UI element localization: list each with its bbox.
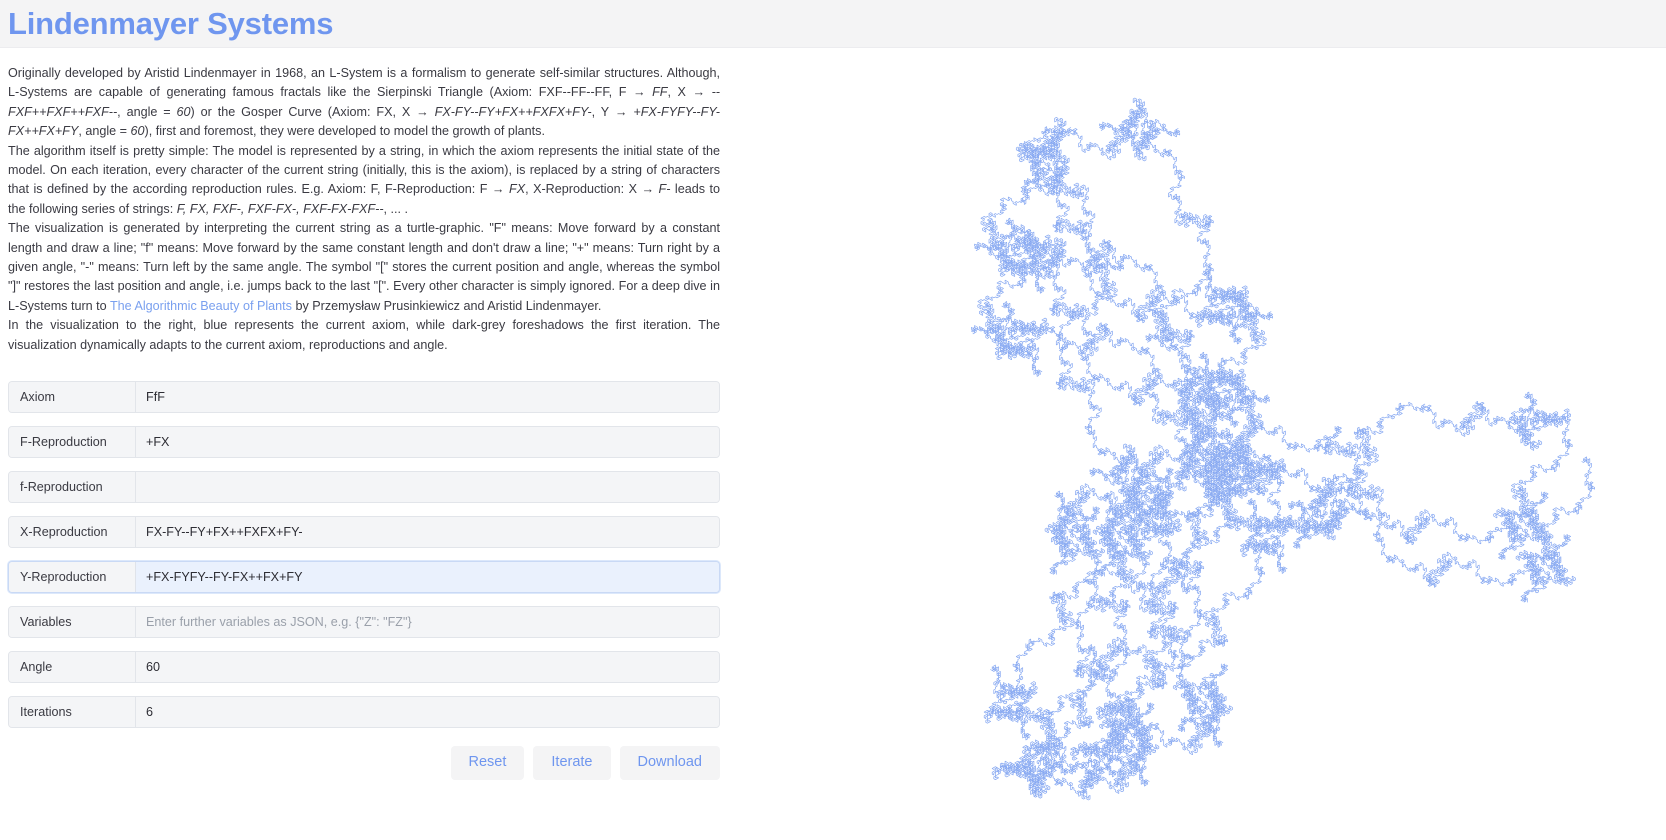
field-row-f-reproduction[interactable]: F-Reproduction <box>8 426 720 459</box>
page-body: Originally developed by Aristid Lindenma… <box>0 48 1666 840</box>
reset-button[interactable]: Reset <box>450 746 525 781</box>
algorithmic-beauty-of-plants-link[interactable]: The Algorithmic Beauty of Plants <box>110 299 292 313</box>
f-lower-reproduction-input[interactable] <box>136 472 719 503</box>
desc-p1-angle-2: 60 <box>130 124 145 139</box>
desc-p1-seg-g: ), first and foremost, they were develop… <box>144 124 545 139</box>
description-paragraph-4: In the visualization to the right, blue … <box>8 318 720 352</box>
desc-p2-seg-d: , ... . <box>383 201 409 216</box>
description-paragraph-2: The algorithm itself is pretty simple: T… <box>8 142 720 220</box>
field-row-iterations[interactable]: Iterations <box>8 696 720 729</box>
angle-input[interactable] <box>136 652 719 683</box>
lsystem-form: Axiom F-Reproduction f-Reproduction X-Re… <box>8 381 720 781</box>
desc-p2-rule-x: F- <box>658 182 671 197</box>
desc-p2-seg-b: , X-Reproduction: X → <box>525 182 659 197</box>
field-row-angle[interactable]: Angle <box>8 651 720 684</box>
field-row-x-reproduction[interactable]: X-Reproduction <box>8 516 720 549</box>
label-angle: Angle <box>9 652 136 683</box>
iterate-button[interactable]: Iterate <box>533 746 611 781</box>
desc-p3-seg-b: by Przemysław Prusinkiewicz and Aristid … <box>291 298 602 313</box>
desc-p1-rule-f: FF <box>652 85 668 100</box>
variables-input[interactable] <box>136 607 719 638</box>
label-y-reproduction: Y-Reproduction <box>9 562 136 593</box>
iterations-input[interactable] <box>136 697 719 728</box>
label-axiom: Axiom <box>9 382 136 413</box>
axiom-input[interactable] <box>136 382 719 413</box>
field-row-axiom[interactable]: Axiom <box>8 381 720 414</box>
field-row-y-reproduction[interactable]: Y-Reproduction <box>8 561 720 594</box>
label-f-reproduction: F-Reproduction <box>9 427 136 458</box>
x-reproduction-input[interactable] <box>136 517 719 548</box>
label-x-reproduction: X-Reproduction <box>9 517 136 548</box>
desc-p2-rule-f: FX <box>509 182 526 197</box>
lsystem-visualization <box>900 58 1666 840</box>
desc-p2-series: F, FX, FXF-, FXF-FX-, FXF-FX-FXF-- <box>176 201 384 216</box>
page-title: Lindenmayer Systems <box>8 6 334 41</box>
field-row-f-lower-reproduction[interactable]: f-Reproduction <box>8 471 720 504</box>
label-f-lower-reproduction: f-Reproduction <box>9 472 136 503</box>
desc-p1-seg-a: Originally developed by Aristid Lindenma… <box>8 66 720 100</box>
lsystem-canvas <box>971 97 1595 801</box>
desc-p1-seg-f: , angle = <box>78 124 131 139</box>
download-button[interactable]: Download <box>619 746 720 781</box>
desc-p1-seg-b: , X → <box>667 85 712 100</box>
app-header: Lindenmayer Systems <box>0 0 1666 48</box>
gosper-curve-path <box>971 97 1595 801</box>
desc-p1-seg-c: , angle = <box>117 104 177 119</box>
left-column: Originally developed by Aristid Lindenma… <box>8 64 720 781</box>
label-iterations: Iterations <box>9 697 136 728</box>
description-text: Originally developed by Aristid Lindenma… <box>8 64 720 355</box>
form-actions: Reset Iterate Download <box>8 746 720 781</box>
gosper-curve-stroke <box>971 97 1595 801</box>
desc-p1-gosper-x: FX-FY--FY+FX++FXFX+FY- <box>434 104 592 119</box>
desc-p1-seg-e: , Y → <box>591 104 634 119</box>
description-paragraph-3: The visualization is generated by interp… <box>8 219 720 316</box>
desc-p1-seg-d: ) or the Gosper Curve (Axiom: FX, X → <box>190 104 435 119</box>
desc-p1-angle-1: 60 <box>176 104 191 119</box>
f-reproduction-input[interactable] <box>136 427 719 458</box>
label-variables: Variables <box>9 607 136 638</box>
y-reproduction-input[interactable] <box>136 562 719 593</box>
description-paragraph-1: Originally developed by Aristid Lindenma… <box>8 64 720 142</box>
field-row-variables[interactable]: Variables <box>8 606 720 639</box>
